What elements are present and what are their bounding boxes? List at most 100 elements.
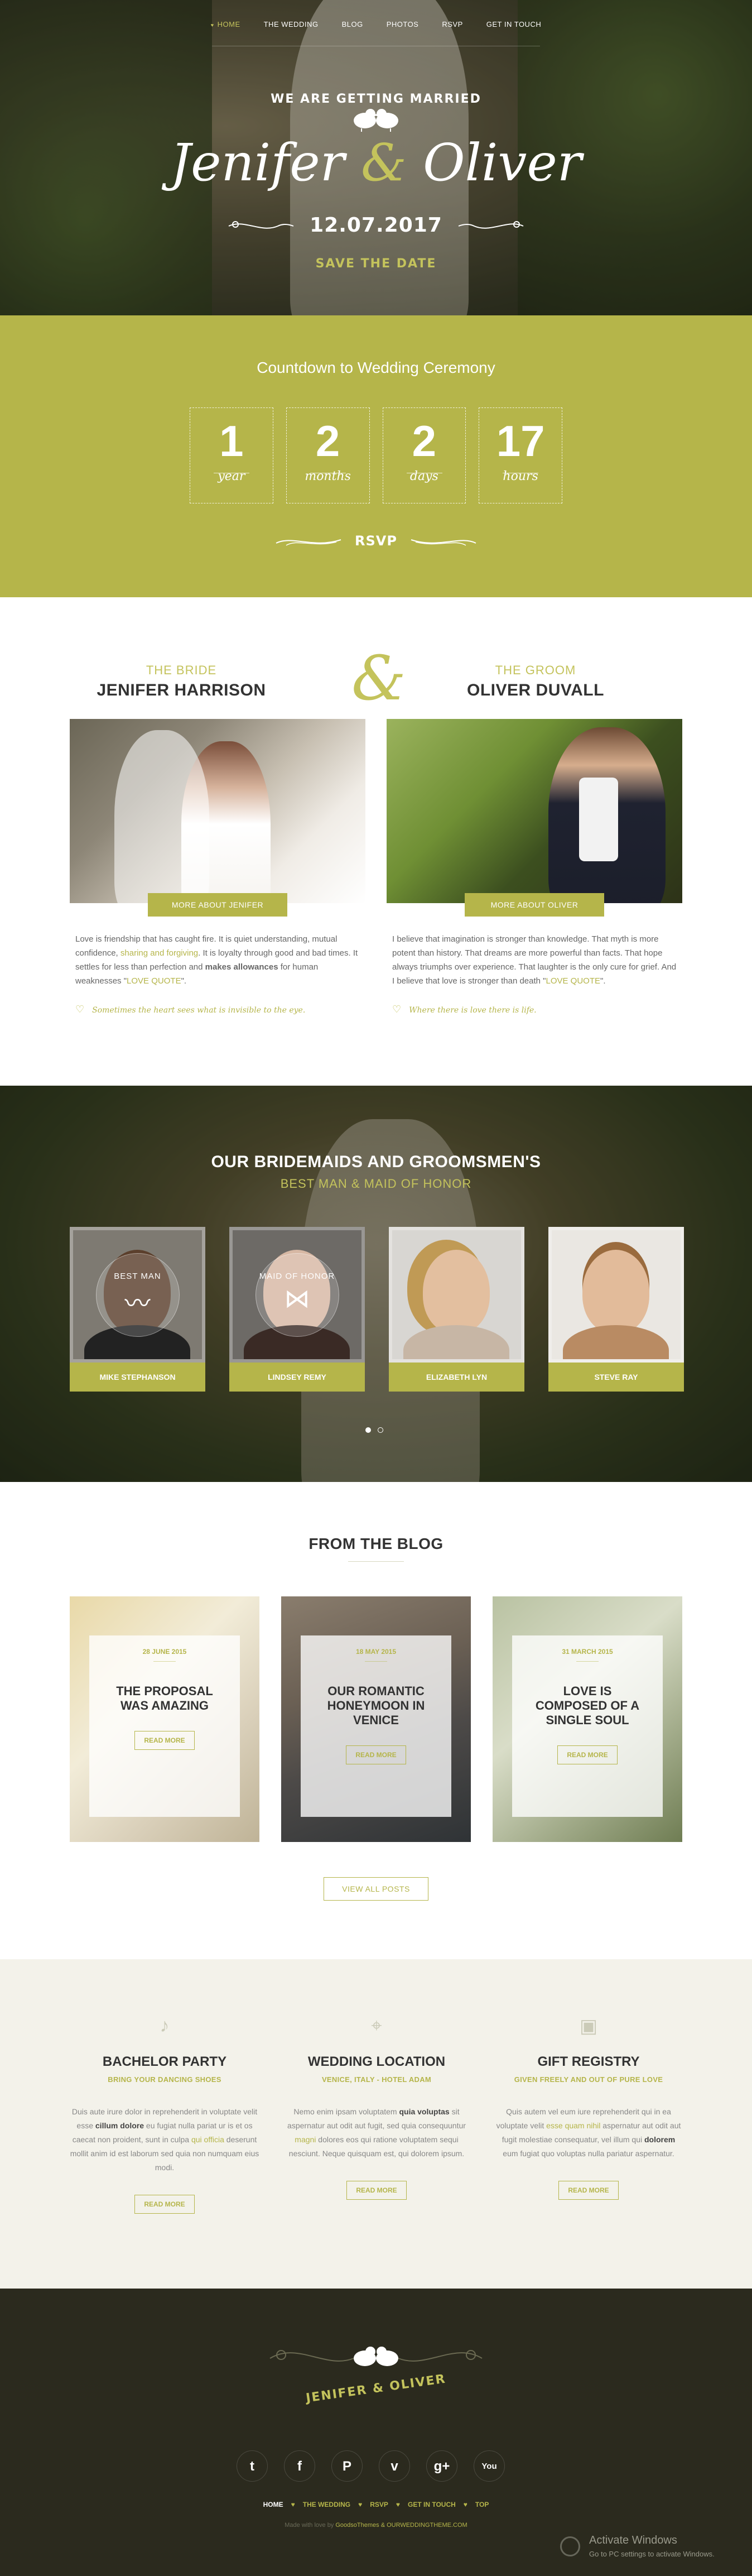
blog-posts: 28 JUNE 2015 THE PROPOSAL WAS AMAZING RE… — [70, 1596, 682, 1842]
groom-heading: THE GROOM OLIVER DUVALL — [424, 663, 647, 700]
mustache-icon: 〰 — [124, 1288, 151, 1318]
bride-quote: ♡ Sometimes the heart sees what is invisi… — [75, 1004, 306, 1015]
bachelor-party-column: ♪ BACHELOR PARTY BRING YOUR DANCING SHOE… — [70, 2015, 259, 2214]
party-subtitle: BEST MAN & MAID OF HONOR — [280, 1177, 472, 1191]
party-members: BEST MAN 〰 MIKE STEPHANSON MAID OF HONOR… — [70, 1227, 684, 1392]
blog-post-card[interactable]: 28 JUNE 2015 THE PROPOSAL WAS AMAZING RE… — [70, 1596, 259, 1842]
info-columns: ♪ BACHELOR PARTY BRING YOUR DANCING SHOE… — [70, 2015, 683, 2214]
party-member[interactable]: STEVE RAY — [548, 1227, 684, 1392]
activate-windows-watermark: Activate Windows Go to PC settings to ac… — [560, 2534, 750, 2568]
party-member[interactable]: BEST MAN 〰 MIKE STEPHANSON — [70, 1227, 205, 1392]
post-title[interactable]: LOVE IS COMPOSED OF A SINGLE SOUL — [512, 1684, 663, 1728]
love-birds-icon — [354, 109, 398, 132]
blog-title: FROM THE BLOG — [308, 1535, 444, 1552]
groom-bio: I believe that imagination is stronger t… — [392, 934, 677, 986]
site-footer: JENIFER & OLIVER t f P v g+ You HOME ♥ T… — [0, 2289, 752, 2576]
maid-of-honor-badge: MAID OF HONOR ⋈ — [255, 1253, 339, 1337]
party-member[interactable]: ELIZABETH LYN — [389, 1227, 524, 1392]
nav-photos[interactable]: PHOTOS — [375, 17, 431, 32]
read-more-button[interactable]: READ MORE — [557, 1745, 618, 1764]
countdown-years: 1 year — [190, 407, 273, 503]
social-links: t f P v g+ You — [237, 2450, 505, 2482]
groom-name: OLIVER DUVALL — [467, 681, 604, 699]
couple-name-title: Jenifer & Oliver — [0, 133, 752, 193]
footer-nav-rsvp[interactable]: RSVP — [370, 2501, 388, 2508]
bride-photo — [70, 719, 365, 903]
vimeo-icon[interactable]: v — [379, 2450, 410, 2482]
heart-icon: ♥ — [210, 22, 214, 28]
countdown-title: Countdown to Wedding Ceremony — [257, 359, 495, 376]
footer-nav-top[interactable]: TOP — [475, 2501, 489, 2508]
best-man-badge: BEST MAN 〰 — [95, 1253, 180, 1337]
event-info-section: ♪ BACHELOR PARTY BRING YOUR DANCING SHOE… — [0, 1959, 752, 2289]
post-date: 18 MAY 2015 — [355, 1648, 397, 1656]
heart-icon: ♥ — [463, 2501, 467, 2508]
post-title[interactable]: THE PROPOSAL WAS AMAZING — [89, 1684, 240, 1713]
bride-card: MORE ABOUT JENIFER Love is friendship th… — [70, 719, 365, 1015]
countdown-section: Countdown to Wedding Ceremony 1 year 2 m… — [0, 315, 752, 597]
carousel-pagination — [365, 1427, 383, 1433]
read-more-button[interactable]: READ MORE — [134, 1731, 195, 1750]
wedding-date-row: 12.07.2017 — [0, 214, 752, 237]
member-photo — [389, 1227, 524, 1363]
nav-get-in-touch[interactable]: GET IN TOUCH — [475, 17, 553, 32]
heart-icon: ♡ — [75, 1004, 85, 1015]
view-all-posts-button[interactable]: VIEW ALL POSTS — [324, 1877, 428, 1901]
footer-logo[interactable]: JENIFER & OLIVER — [264, 2330, 488, 2414]
heart-icon: ♥ — [396, 2501, 401, 2508]
youtube-icon[interactable]: You — [474, 2450, 505, 2482]
heart-icon: ♥ — [358, 2501, 363, 2508]
post-date: 31 MARCH 2015 — [562, 1648, 613, 1656]
google-plus-icon[interactable]: g+ — [426, 2450, 457, 2482]
read-more-button[interactable]: READ MORE — [346, 1745, 406, 1764]
nav-rsvp[interactable]: RSVP — [430, 17, 474, 32]
member-photo: BEST MAN 〰 — [70, 1227, 205, 1363]
bow-icon: ⋈ — [284, 1283, 310, 1313]
nav-home[interactable]: ♥ HOME — [199, 17, 252, 32]
blog-post-card[interactable]: 31 MARCH 2015 LOVE IS COMPOSED OF A SING… — [493, 1596, 682, 1842]
groom-photo — [387, 719, 682, 903]
blog-post-card[interactable]: 18 MAY 2015 OUR ROMANTIC HONEYMOON IN VE… — [281, 1596, 471, 1842]
flourish-right-icon — [411, 539, 476, 546]
heart-icon: ♡ — [392, 1004, 402, 1015]
facebook-icon[interactable]: f — [284, 2450, 315, 2482]
more-about-jenifer-button[interactable]: MORE ABOUT JENIFER — [148, 893, 287, 917]
countdown-boxes: 1 year 2 months 2 days 17 hours — [190, 407, 562, 503]
bride-bio: Love is friendship that has caught fire.… — [75, 934, 358, 986]
wedding-location-column: ⌖ WEDDING LOCATION VENICE, ITALY - HOTEL… — [282, 2015, 471, 2214]
rsvp-link[interactable]: RSVP — [0, 533, 752, 550]
nav-the-wedding[interactable]: THE WEDDING — [252, 17, 330, 32]
hero-bride-name: Jenifer — [170, 133, 345, 193]
post-title[interactable]: OUR ROMANTIC HONEYMOON IN VENICE — [301, 1684, 451, 1728]
groom-quote: ♡ Where there is love there is life. — [392, 1004, 537, 1015]
carousel-dot-2[interactable] — [378, 1427, 383, 1433]
more-about-oliver-button[interactable]: MORE ABOUT OLIVER — [465, 893, 604, 917]
twitter-icon[interactable]: t — [237, 2450, 268, 2482]
read-more-button[interactable]: READ MORE — [558, 2181, 619, 2200]
rsvp-label: RSVP — [355, 533, 397, 549]
nav-blog[interactable]: BLOG — [330, 17, 375, 32]
party-member[interactable]: MAID OF HONOR ⋈ LINDSEY REMY — [229, 1227, 365, 1392]
member-photo: MAID OF HONOR ⋈ — [229, 1227, 365, 1363]
wedding-party-section: OUR BRIDEMAIDS AND GROOMSMEN'S BEST MAN … — [0, 1086, 752, 1482]
main-nav: ♥ HOME THE WEDDING BLOG PHOTOS RSVP GET I… — [0, 17, 752, 32]
read-more-button[interactable]: READ MORE — [346, 2181, 407, 2200]
heart-icon: ♥ — [291, 2501, 295, 2508]
groom-card: MORE ABOUT OLIVER I believe that imagina… — [387, 719, 682, 1015]
hero-groom-name: Oliver — [423, 133, 582, 193]
wedding-date: 12.07.2017 — [310, 214, 442, 237]
flourish-left-icon — [276, 539, 341, 546]
pinterest-icon[interactable]: P — [331, 2450, 363, 2482]
countdown-hours: 17 hours — [479, 407, 562, 503]
read-more-button[interactable]: READ MORE — [134, 2195, 195, 2214]
gift-icon: ▣ — [579, 2016, 598, 2037]
blog-section: FROM THE BLOG 28 JUNE 2015 THE PROPOSAL … — [0, 1482, 752, 1959]
hero-section: ♥ HOME THE WEDDING BLOG PHOTOS RSVP GET I… — [0, 0, 752, 315]
music-note-icon: ♪ — [160, 2015, 170, 2036]
footer-nav-the-wedding[interactable]: THE WEDDING — [303, 2501, 350, 2508]
hero-ampersand: & — [360, 133, 407, 193]
footer-nav-home[interactable]: HOME — [263, 2501, 283, 2508]
post-date: 28 JUNE 2015 — [142, 1648, 187, 1656]
footer-nav-get-in-touch[interactable]: GET IN TOUCH — [408, 2501, 456, 2508]
carousel-dot-1[interactable] — [365, 1427, 371, 1433]
